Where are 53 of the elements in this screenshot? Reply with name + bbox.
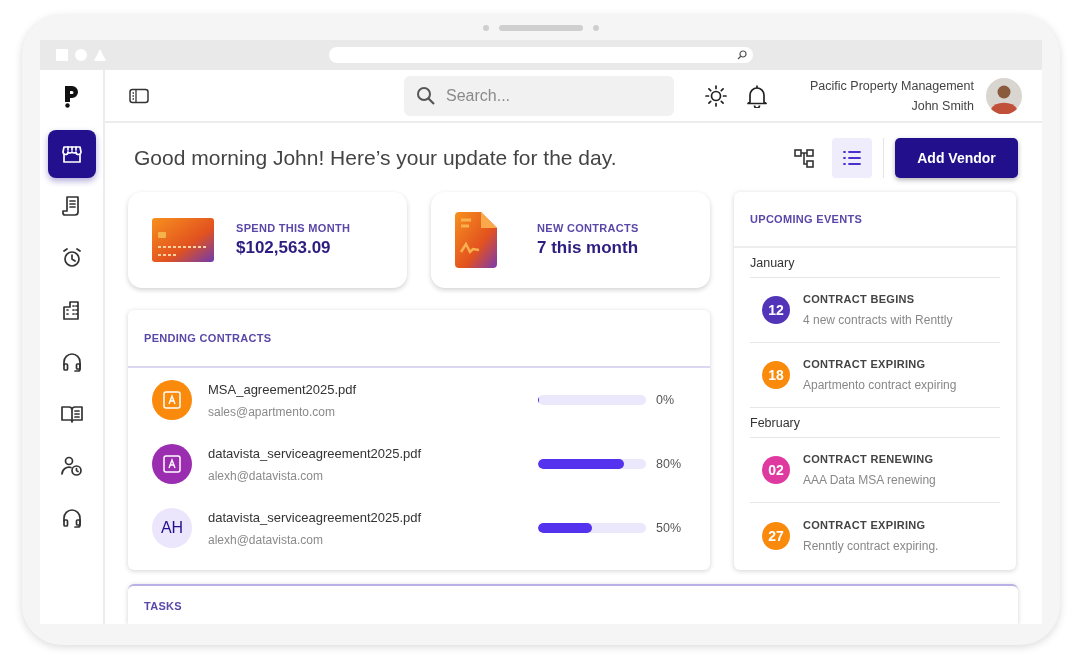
company-name: Pacific Property Management: [810, 78, 974, 93]
logo-icon: [62, 84, 81, 108]
stat-label: SPEND THIS MONTH: [236, 222, 351, 234]
logo-mark-icon: [162, 454, 182, 474]
event-detail: Apartmento contract expiring: [803, 378, 957, 392]
search-icon: [737, 50, 747, 60]
event-detail: Renntly contract expiring.: [803, 538, 939, 553]
document-icon: [455, 212, 497, 268]
user-name: John Smith: [911, 98, 974, 113]
contact-email: alexh@datavista.com: [208, 468, 324, 483]
bell-icon[interactable]: [746, 83, 768, 108]
card-title: UPCOMING EVENTS: [750, 213, 863, 225]
nav-store-button[interactable]: [47, 130, 96, 178]
month-label: January: [750, 248, 1000, 278]
contact-email: sales@apartmento.com: [208, 404, 336, 419]
greeting: Good morning John! Here’s your update for the day.: [134, 145, 617, 170]
day-badge: 02: [762, 456, 790, 484]
event-title: CONTRACT RENEWING: [803, 453, 935, 465]
sun-icon[interactable]: [704, 83, 728, 108]
logo-mark-icon: [162, 390, 182, 410]
initials-avatar: AH: [152, 508, 192, 548]
card-title: PENDING CONTRACTS: [144, 332, 272, 344]
camera-dot: [483, 24, 489, 31]
file-name: datavista_serviceagreement2025.pdf: [208, 509, 423, 525]
event-title: CONTRACT EXPIRING: [803, 518, 927, 531]
event-detail: 4 new contracts with Renttly: [803, 313, 953, 327]
day-badge: 27: [762, 521, 790, 550]
search-icon: [416, 85, 436, 106]
stat-value: $102,563.09: [236, 238, 332, 258]
stat-value: 7 this month: [537, 238, 639, 258]
day-badge: 12: [762, 296, 790, 324]
diagram-icon: [793, 146, 815, 169]
day-badge: 18: [762, 361, 790, 389]
event-title: CONTRACT BEGINS: [803, 293, 916, 305]
avatar[interactable]: [986, 77, 1022, 114]
stat-label: NEW CONTRACTS: [537, 222, 639, 234]
event-detail: AAA Data MSA renewing: [803, 473, 936, 487]
progress-percent: 80%: [656, 457, 682, 471]
contact-email: alexh@datavista.com: [208, 532, 324, 547]
add-vendor-button[interactable]: Add Vendor: [895, 137, 1018, 178]
list-view-button[interactable]: [832, 137, 872, 178]
sidebar-toggle-icon[interactable]: [129, 87, 149, 104]
event-title: CONTRACT EXPIRING: [803, 358, 927, 370]
progress-percent: 0%: [656, 393, 675, 407]
file-name: datavista_serviceagreement2025.pdf: [208, 445, 423, 461]
user-clock-icon: [59, 454, 84, 478]
sensor-dot: [593, 24, 599, 31]
search-field[interactable]: Search...: [404, 75, 674, 116]
progress-percent: 50%: [656, 521, 682, 535]
month-label: February: [750, 408, 1000, 438]
card-title: TASKS: [144, 600, 182, 612]
credit-card-icon: [152, 218, 214, 262]
file-name: MSA_agreement2025.pdf: [208, 381, 358, 397]
